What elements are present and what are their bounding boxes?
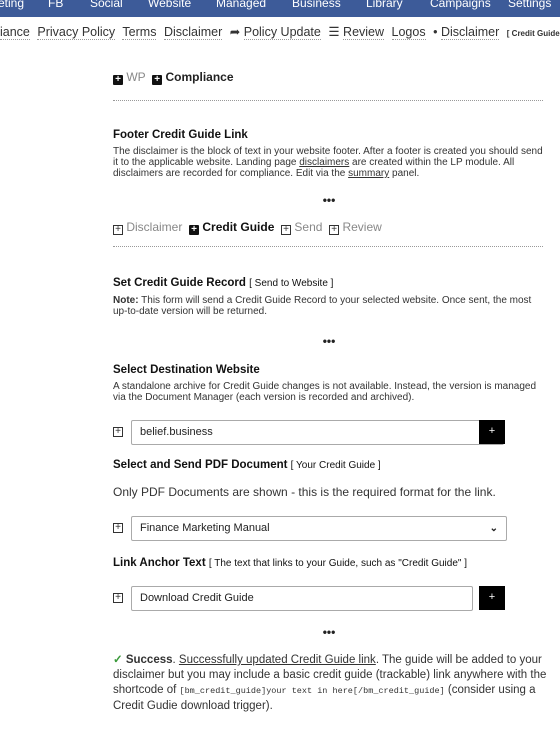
tab-review[interactable]: Review — [342, 220, 381, 234]
destination-website-select[interactable]: belief.business⌄ — [131, 420, 504, 445]
nav-item[interactable]: Settings — [508, 0, 551, 10]
check-icon: ✓ — [113, 654, 123, 666]
separator-dots: ••• — [322, 334, 336, 348]
destination-description: A standalone archive for Credit Guide ch… — [113, 381, 537, 403]
anchor-title: Link Anchor Text [ The text that links t… — [113, 557, 468, 569]
share-arrow-icon: ➦ — [229, 25, 241, 39]
subnav-policy-update[interactable]: Policy Update — [243, 25, 321, 40]
separator-dots: ••• — [322, 193, 336, 207]
add-website-button[interactable]: + — [479, 420, 505, 444]
nav-item[interactable]: Website — [148, 0, 191, 10]
destination-title: Select Destination Website — [113, 364, 260, 376]
record-note: Note: This form will send a Credit Guide… — [113, 295, 532, 317]
subnav-terms[interactable]: Terms — [122, 25, 157, 40]
nav-item[interactable]: Managed — [216, 0, 266, 10]
subnav-compliance[interactable]: iance — [0, 25, 30, 40]
list-icon: ☰ — [328, 25, 340, 39]
subnav-review[interactable]: Review — [343, 25, 385, 40]
summary-link[interactable]: summary — [348, 168, 389, 179]
nav-item[interactable]: Business — [292, 0, 341, 10]
tab-disclaimer[interactable]: Disclaimer — [126, 220, 182, 234]
subnav-disclaimer-2[interactable]: Disclaimer — [440, 25, 500, 40]
tab-send[interactable]: Send — [294, 220, 322, 234]
separator-dots: ••• — [322, 625, 336, 639]
anchor-text-input[interactable]: Download Credit Guide — [131, 586, 473, 611]
shortcode: [bm_credit_guide]your text in here[/bm_c… — [179, 686, 445, 696]
plus-square-outline-icon: + — [281, 225, 292, 235]
pdf-document-select[interactable]: Finance Marketing Manual ⌄ — [131, 516, 507, 541]
footer-description: The disclaimer is the block of text in y… — [113, 146, 543, 179]
tab-compliance[interactable]: Compliance — [165, 70, 233, 84]
pdf-description: Only PDF Documents are shown - this is t… — [113, 485, 496, 499]
nav-item[interactable]: Library — [366, 0, 403, 10]
footer-title: Footer Credit Guide Link — [113, 129, 248, 141]
plus-square-icon: + — [113, 75, 123, 85]
nav-item[interactable]: Social — [90, 0, 123, 10]
sub-tabs: + Disclaimer + Credit Guide + Send + Rev… — [113, 220, 382, 235]
success-link[interactable]: Successfully updated Credit Guide link — [179, 654, 376, 666]
subnav-logos[interactable]: Logos — [391, 25, 426, 40]
nav-item[interactable]: Campaigns — [430, 0, 491, 10]
add-anchor-button[interactable]: + — [479, 586, 505, 610]
plus-square-outline-icon: + — [113, 225, 123, 235]
nav-item[interactable]: FB — [48, 0, 63, 10]
subnav-disclaimer[interactable]: Disclaimer — [163, 25, 223, 40]
tab-credit-guide[interactable]: Credit Guide — [202, 220, 274, 234]
chevron-down-icon: ⌄ — [489, 523, 498, 534]
tab-wp[interactable]: WP — [126, 70, 145, 84]
top-nav: eting FB Social Website Managed Business… — [0, 0, 560, 17]
subnav-privacy-policy[interactable]: Privacy Policy — [37, 25, 116, 40]
plus-square-icon: + — [189, 225, 200, 235]
plus-square-outline-icon: + — [329, 225, 340, 235]
sub-nav: iance Privacy Policy Terms Disclaimer ➦ … — [0, 24, 560, 40]
pdf-title: Select and Send PDF Document [ Your Cred… — [113, 459, 381, 471]
divider — [113, 100, 543, 101]
plus-square-outline-icon[interactable]: + — [113, 593, 123, 603]
disclaimers-link[interactable]: disclaimers — [299, 157, 349, 168]
plus-square-outline-icon[interactable]: + — [113, 427, 123, 437]
bullet-separator: • — [433, 25, 438, 39]
plus-square-outline-icon[interactable]: + — [113, 523, 123, 533]
success-message: ✓ Success. Successfully updated Credit G… — [113, 654, 547, 712]
divider — [113, 246, 543, 247]
nav-item[interactable]: eting — [0, 0, 24, 10]
record-title: Set Credit Guide Record [ Send to Websit… — [113, 277, 334, 289]
plus-square-icon: + — [152, 75, 163, 85]
top-tabs: + WP + Compliance — [113, 70, 234, 85]
current-page-label: [ Credit Guide ] — [506, 29, 560, 38]
